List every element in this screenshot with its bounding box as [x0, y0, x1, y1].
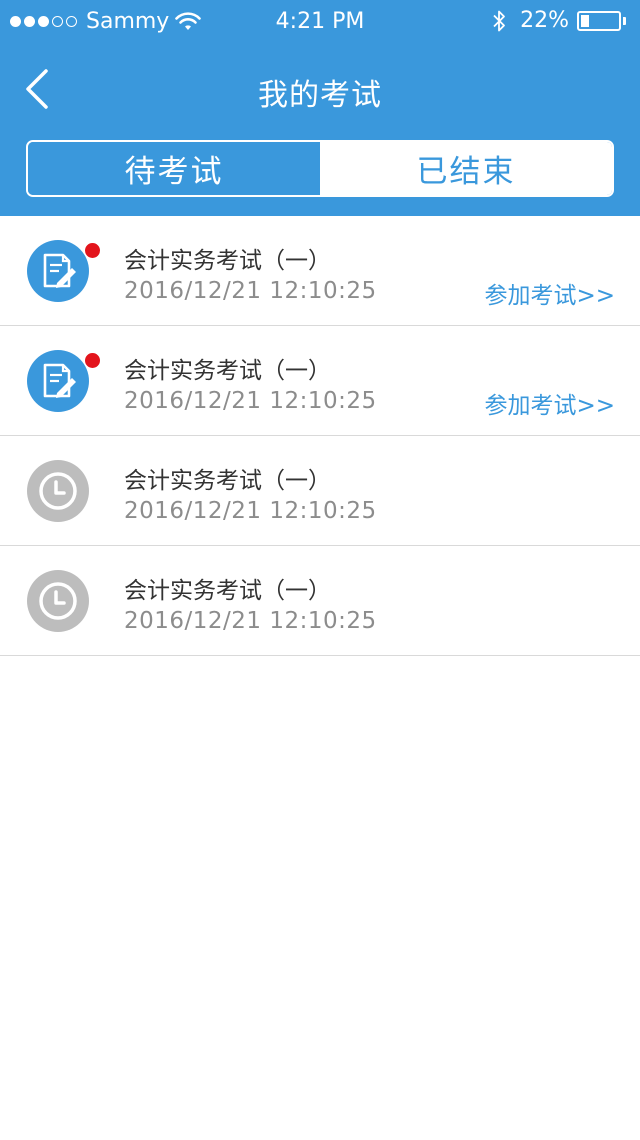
- exam-list-item[interactable]: 会计实务考试（一） 2016/12/21 12:10:25: [0, 436, 640, 546]
- exam-datetime: 2016/12/21 12:10:25: [124, 498, 377, 524]
- page-title: 我的考试: [258, 78, 382, 113]
- status-bar-right: 22%: [492, 8, 626, 33]
- exam-title: 会计实务考试（一）: [124, 248, 331, 274]
- tab-pending[interactable]: 待考试: [28, 142, 320, 195]
- battery-percent: 22%: [520, 8, 569, 33]
- join-exam-link[interactable]: 参加考试>>: [484, 276, 615, 310]
- exam-list: 会计实务考试（一） 2016/12/21 12:10:25 参加考试>> 会计实…: [0, 216, 640, 656]
- exam-edit-glyph: [43, 253, 76, 288]
- clock-icon: [27, 460, 89, 522]
- exam-title: 会计实务考试（一）: [124, 358, 331, 384]
- tab-switcher: 待考试 已结束: [26, 140, 614, 197]
- status-bar: Sammy 4:21 PM 22%: [0, 0, 640, 46]
- clock-icon: [27, 570, 89, 632]
- exam-edit-glyph: [43, 363, 76, 398]
- unread-badge: [85, 353, 100, 368]
- exam-list-item[interactable]: 会计实务考试（一） 2016/12/21 12:10:25 参加考试>>: [0, 216, 640, 326]
- clock-glyph: [39, 472, 77, 510]
- header: Sammy 4:21 PM 22% 我的考试 待考试 已结束: [0, 0, 640, 216]
- exam-list-item[interactable]: 会计实务考试（一） 2016/12/21 12:10:25 参加考试>>: [0, 326, 640, 436]
- exam-title: 会计实务考试（一）: [124, 578, 331, 604]
- join-exam-link[interactable]: 参加考试>>: [484, 386, 615, 420]
- battery-tip: [623, 16, 626, 25]
- clock-glyph: [39, 582, 77, 620]
- nav-bar: 我的考试: [0, 50, 640, 130]
- exam-datetime: 2016/12/21 12:10:25: [124, 388, 377, 414]
- battery-fill: [581, 14, 589, 27]
- battery-icon: [577, 10, 621, 31]
- tab-finished[interactable]: 已结束: [320, 142, 612, 195]
- bluetooth-icon: [493, 10, 505, 31]
- unread-badge: [85, 243, 100, 258]
- exam-edit-icon: [27, 240, 89, 302]
- exam-list-item[interactable]: 会计实务考试（一） 2016/12/21 12:10:25: [0, 546, 640, 656]
- exam-datetime: 2016/12/21 12:10:25: [124, 608, 377, 634]
- exam-edit-icon: [27, 350, 89, 412]
- exam-title: 会计实务考试（一）: [124, 468, 331, 494]
- exam-datetime: 2016/12/21 12:10:25: [124, 278, 377, 304]
